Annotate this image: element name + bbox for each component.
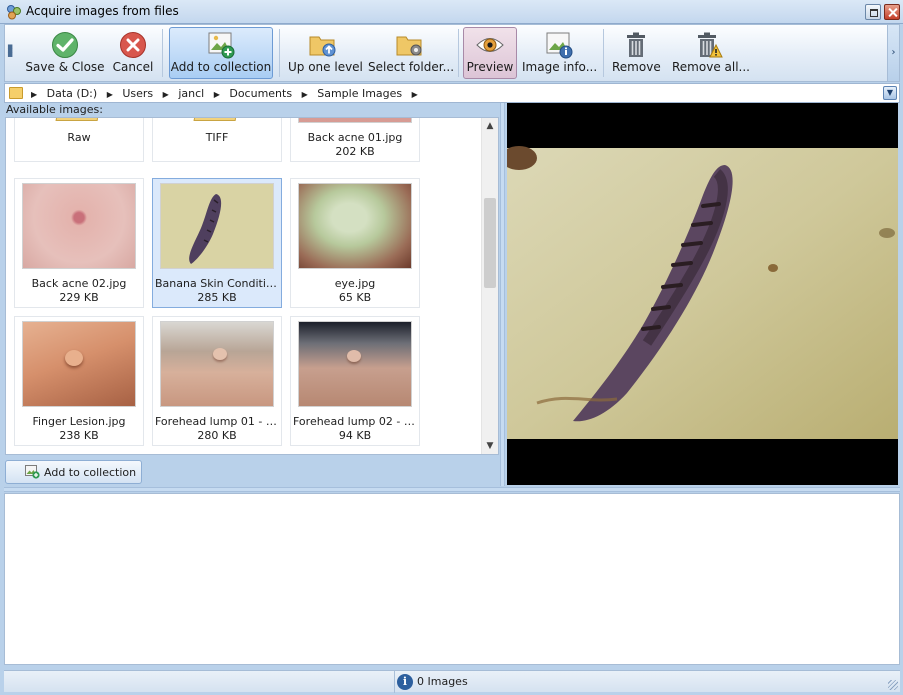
trash-warning-icon (698, 32, 723, 58)
path-dropdown-chevron-icon[interactable]: ▼ (883, 86, 897, 100)
breadcrumb-item[interactable]: Sample Images (317, 87, 402, 100)
save-close-button[interactable]: Save & Close (23, 27, 107, 79)
remove-all-button[interactable]: Remove all... (671, 27, 750, 79)
breadcrumb-item[interactable]: Documents (229, 87, 292, 100)
status-separator (394, 671, 395, 693)
breadcrumb-arrow-icon[interactable]: ▶ (214, 90, 220, 99)
add-to-collection-bottom-button[interactable]: Add to collection (5, 460, 142, 484)
app-icon (7, 5, 21, 20)
cancel-icon (120, 32, 146, 58)
image-thumbnail (298, 118, 412, 123)
add-image-icon (208, 32, 235, 59)
toolbar-grip-icon[interactable]: ▪ ▪ ▪ (7, 43, 17, 61)
window-title: Acquire images from files (26, 4, 179, 18)
select-folder-button[interactable]: Select folder... (367, 27, 454, 79)
available-images-label: Available images: (6, 103, 103, 116)
breadcrumb-arrow-icon[interactable]: ▶ (412, 90, 418, 99)
image-tile-back-acne-01[interactable]: Back acne 01.jpg 202 KB (290, 118, 420, 162)
toolbar: ▪ ▪ ▪ Save & Close Cancel Add to collectio… (4, 24, 900, 82)
preview-toggle-button[interactable]: Preview (463, 27, 517, 79)
checkmark-icon (52, 32, 78, 58)
image-info-icon (546, 32, 573, 59)
image-preview (507, 103, 898, 485)
image-thumbnail (298, 321, 412, 407)
trash-icon (627, 32, 645, 57)
folder-settings-icon (396, 36, 422, 56)
scroll-down-arrow-icon[interactable]: ▼ (482, 438, 498, 454)
breadcrumb-item[interactable]: jancl (178, 87, 204, 100)
image-tile-back-acne-02[interactable]: Back acne 02.jpg 229 KB (14, 178, 144, 308)
breadcrumb-arrow-icon[interactable]: ▶ (31, 90, 37, 99)
image-thumbnail (160, 321, 274, 407)
image-tile-eye[interactable]: eye.jpg 65 KB (290, 178, 420, 308)
breadcrumb-arrow-icon[interactable]: ▶ (163, 90, 169, 99)
folder-thumbnail (22, 118, 136, 123)
remove-button[interactable]: Remove (611, 27, 661, 79)
image-tile-forehead-lump-01[interactable]: Forehead lump 01 - lar... 280 KB (152, 316, 282, 446)
scroll-thumb[interactable] (484, 198, 496, 288)
image-tile-banana-skin[interactable]: Banana Skin Condition... 285 KB (152, 178, 282, 308)
image-tile-tiff[interactable]: TIFF (152, 118, 282, 162)
preview-image (507, 103, 898, 485)
breadcrumb-arrow-icon[interactable]: ▶ (302, 90, 308, 99)
image-tile-raw[interactable]: Raw (14, 118, 144, 162)
image-info-button[interactable]: Image info... (521, 27, 597, 79)
add-to-collection-button[interactable]: Add to collection (169, 27, 273, 79)
image-thumbnail (22, 321, 136, 407)
grid-scrollbar[interactable]: ▲ ▼ (481, 118, 498, 454)
image-grid: Raw TIFF Back acne 01.jpg 202 KB Back ac… (5, 117, 499, 455)
folder-up-icon (309, 36, 336, 57)
breadcrumb: ▶ Data (D:) ▶ Users ▶ jancl ▶ Documents … (4, 83, 900, 103)
toolbar-separator (458, 29, 459, 77)
eye-icon (476, 38, 504, 52)
status-bar: i 0 Images (4, 670, 900, 693)
toolbar-overflow-chevron-icon[interactable]: › (887, 25, 899, 81)
image-thumbnail (160, 183, 274, 269)
scroll-up-arrow-icon[interactable]: ▲ (482, 118, 498, 134)
maximize-button[interactable] (865, 4, 881, 20)
toolbar-separator (603, 29, 604, 77)
image-thumbnail (298, 183, 412, 269)
horizontal-splitter[interactable] (4, 487, 900, 492)
image-count: 0 Images (417, 675, 468, 688)
info-icon: i (397, 674, 413, 690)
resize-grip-icon[interactable] (888, 680, 898, 690)
folder-icon (9, 87, 23, 99)
close-button[interactable] (884, 4, 900, 20)
cancel-button[interactable]: Cancel (109, 27, 157, 79)
toolbar-separator (162, 29, 163, 77)
image-tile-forehead-lump-02[interactable]: Forehead lump 02 - m... 94 KB (290, 316, 420, 446)
folder-thumbnail (160, 118, 274, 123)
breadcrumb-items: ▶ Data (D:) ▶ Users ▶ jancl ▶ Documents … (31, 87, 424, 100)
image-thumbnail (22, 183, 136, 269)
breadcrumb-item[interactable]: Data (D:) (47, 87, 98, 100)
vertical-splitter[interactable] (500, 103, 505, 486)
collection-panel[interactable] (4, 493, 900, 665)
breadcrumb-item[interactable]: Users (122, 87, 153, 100)
toolbar-separator (279, 29, 280, 77)
breadcrumb-arrow-icon[interactable]: ▶ (107, 90, 113, 99)
add-image-icon (25, 465, 40, 479)
up-one-level-button[interactable]: Up one level (287, 27, 363, 79)
image-tile-finger-lesion[interactable]: Finger Lesion.jpg 238 KB (14, 316, 144, 446)
title-bar: Acquire images from files (0, 0, 903, 24)
